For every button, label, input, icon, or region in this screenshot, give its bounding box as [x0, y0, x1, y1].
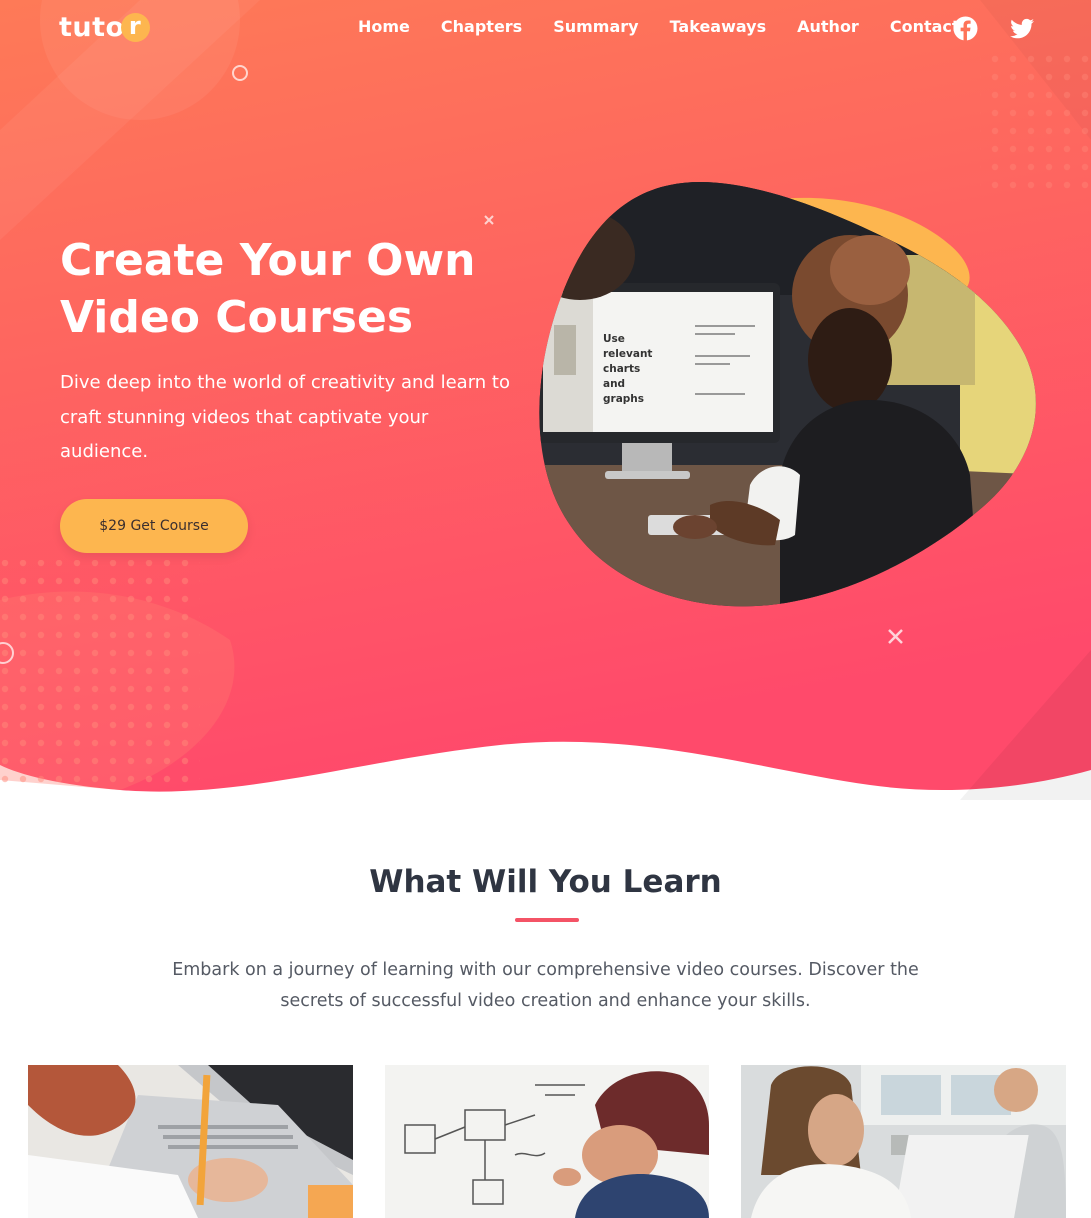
- nav-contact[interactable]: Contact: [890, 17, 960, 36]
- facebook-icon[interactable]: [953, 16, 978, 41]
- course-card-image-3[interactable]: [741, 1065, 1066, 1218]
- logo-badge: r: [120, 13, 150, 42]
- learn-section-description: Embark on a journey of learning with our…: [172, 960, 919, 1011]
- course-card-image-2[interactable]: [385, 1065, 709, 1218]
- title-underline: [515, 918, 579, 922]
- brand-logo[interactable]: tuto r: [59, 12, 150, 43]
- twitter-icon[interactable]: [1009, 16, 1035, 41]
- course-card-image-1[interactable]: [28, 1065, 353, 1218]
- hero-photo-blob: Use relevant charts and graphs: [539, 182, 1036, 607]
- hero-title: Create Your Own Video Courses: [60, 235, 476, 343]
- laptop-writing-photo: [28, 1065, 353, 1218]
- nav-home[interactable]: Home: [358, 17, 410, 36]
- nav-author[interactable]: Author: [797, 17, 859, 36]
- hero-section: tuto r Home Chapters Summary Takeaways A…: [0, 0, 1091, 800]
- learn-section-title: What Will You Learn: [369, 864, 722, 900]
- hero-subtitle: Dive deep into the world of creativity a…: [60, 372, 510, 462]
- get-course-button[interactable]: $29 Get Course: [60, 499, 248, 553]
- nav-summary[interactable]: Summary: [553, 17, 638, 36]
- nav-takeaways[interactable]: Takeaways: [670, 17, 767, 36]
- logo-text: tuto: [59, 12, 125, 43]
- office-students-photo: [741, 1065, 1066, 1218]
- nav-links: Home Chapters Summary Takeaways Author C…: [358, 17, 991, 36]
- nav-chapters[interactable]: Chapters: [441, 17, 522, 36]
- top-navigation: tuto r Home Chapters Summary Takeaways A…: [0, 0, 1091, 60]
- whiteboard-photo: [385, 1065, 709, 1218]
